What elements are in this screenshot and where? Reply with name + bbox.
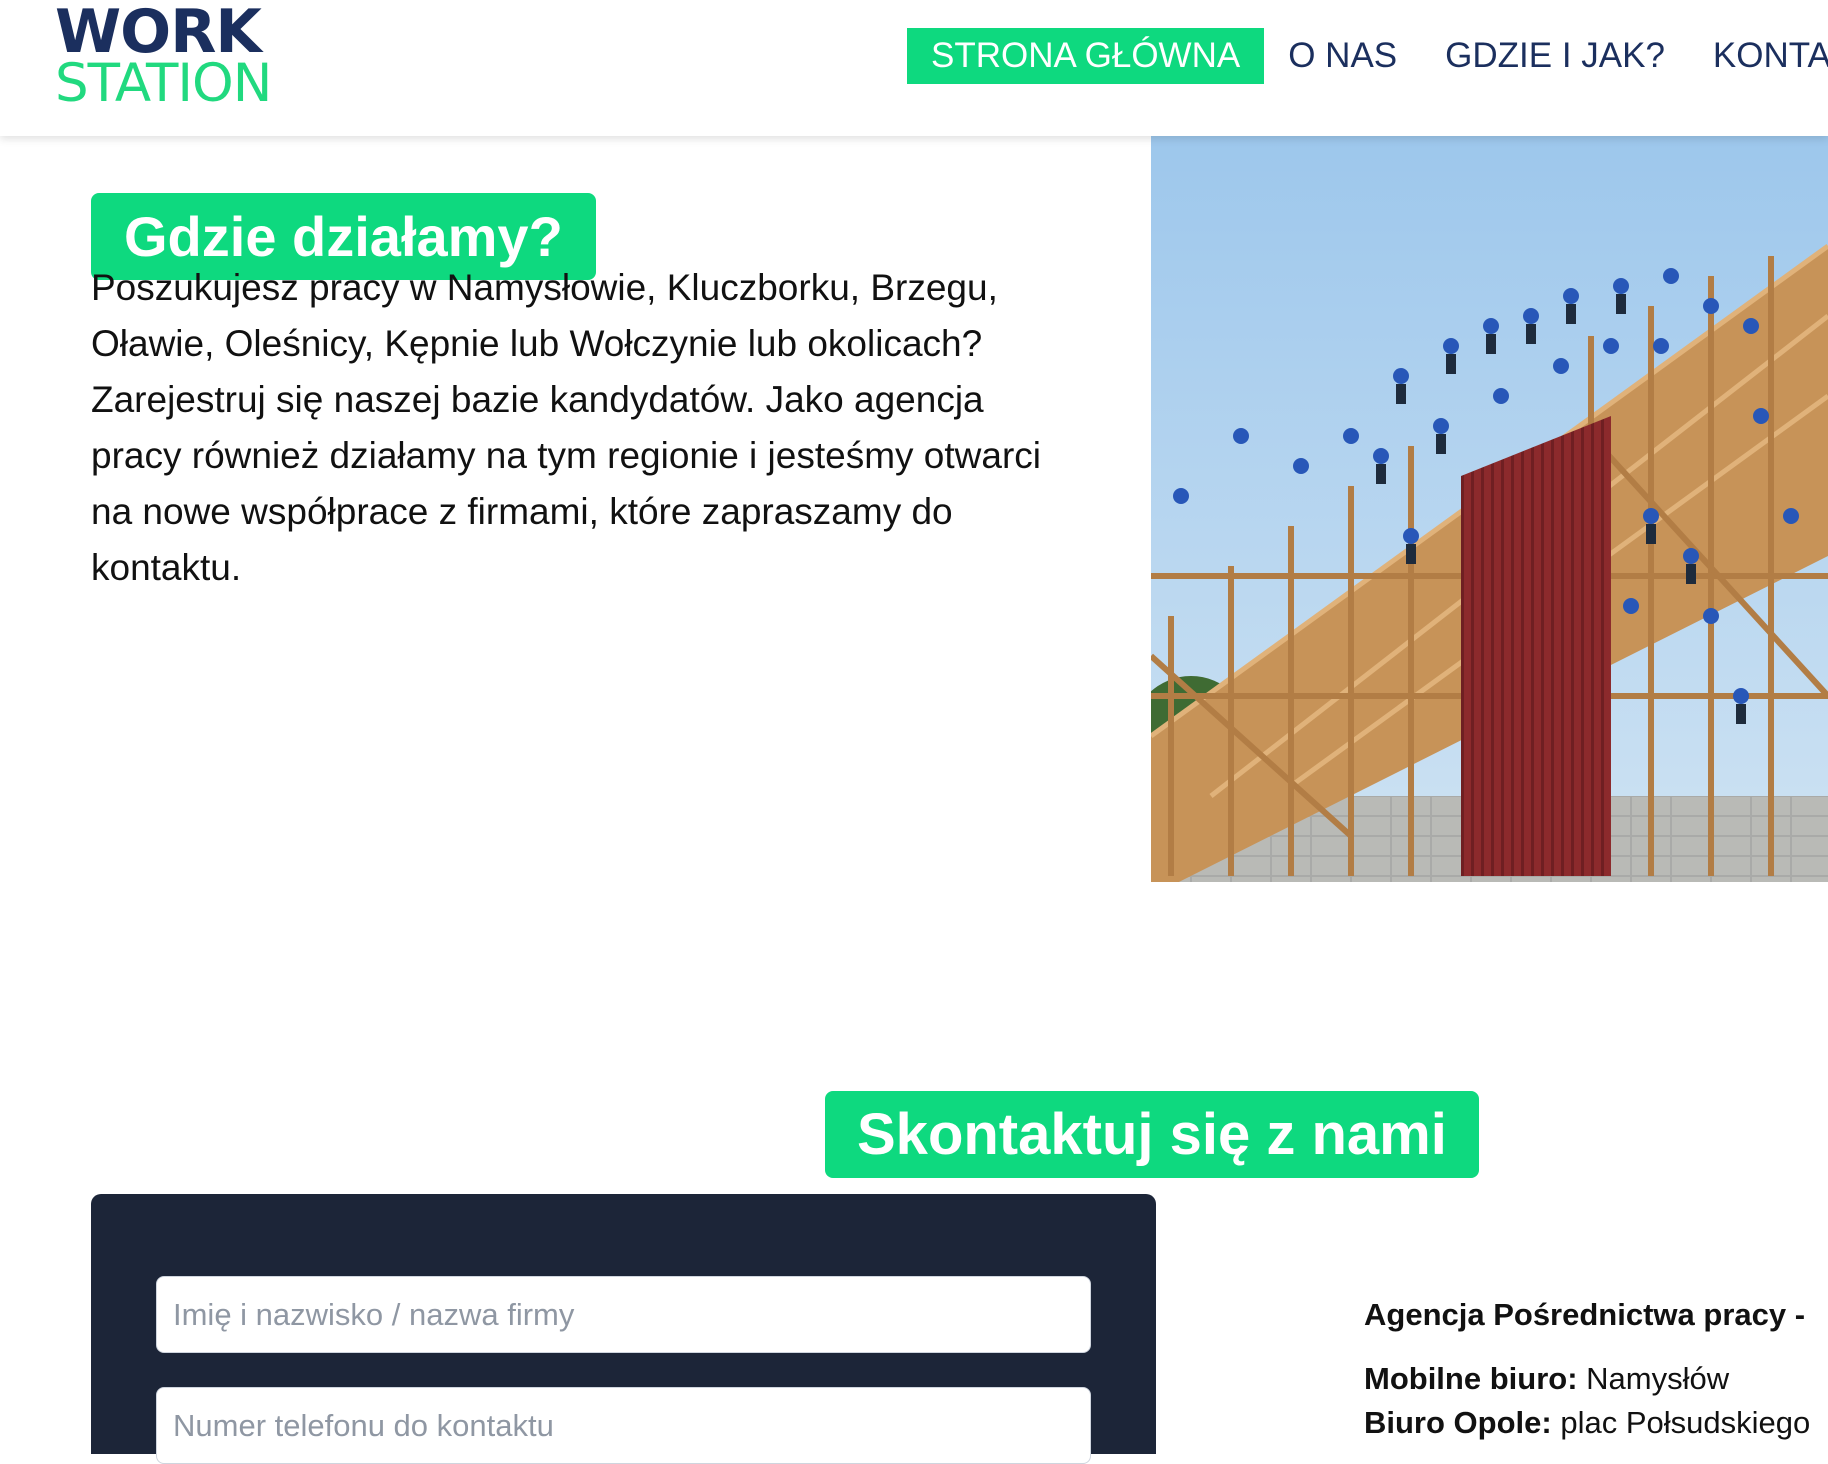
mobile-office-value: Namysłów bbox=[1577, 1361, 1730, 1396]
logo-work-text: WORK bbox=[55, 0, 262, 67]
nav-item-contact[interactable]: KONTA bbox=[1689, 28, 1828, 84]
mobile-office-line: Mobilne biuro: Namysłów bbox=[1364, 1357, 1828, 1401]
nav-item-where[interactable]: GDZIE I JAK? bbox=[1421, 28, 1689, 84]
mobile-office-label: Mobilne biuro: bbox=[1364, 1361, 1578, 1396]
contact-form bbox=[91, 1194, 1156, 1464]
opole-office-value: plac Połsudskiego bbox=[1551, 1405, 1811, 1440]
phone-input[interactable] bbox=[156, 1387, 1091, 1464]
main-nav: STRONA GŁÓWNA O NAS GDZIE I JAK? KONTA bbox=[907, 28, 1828, 84]
nav-item-home[interactable]: STRONA GŁÓWNA bbox=[907, 28, 1265, 84]
construction-photo bbox=[1151, 136, 1828, 882]
logo-station-text: STATION bbox=[55, 53, 272, 114]
logo[interactable]: WORK STATION bbox=[55, 0, 272, 114]
where-description: Poszukujesz pracy w Namysłowie, Kluczbor… bbox=[91, 267, 1042, 588]
nav-item-about[interactable]: O NAS bbox=[1264, 28, 1421, 84]
site-header: WORK STATION STRONA GŁÓWNA O NAS GDZIE I… bbox=[0, 0, 1828, 136]
contact-info: Agencja Pośrednictwa pracy - Mobilne biu… bbox=[1364, 1293, 1828, 1445]
agency-heading: Agencja Pośrednictwa pracy - bbox=[1364, 1297, 1806, 1332]
contact-title: Skontaktuj się z nami bbox=[825, 1091, 1479, 1179]
opole-office-label: Biuro Opole: bbox=[1364, 1405, 1552, 1440]
opole-office-line: Biuro Opole: plac Połsudskiego bbox=[1364, 1401, 1828, 1445]
name-input[interactable] bbox=[156, 1276, 1091, 1353]
